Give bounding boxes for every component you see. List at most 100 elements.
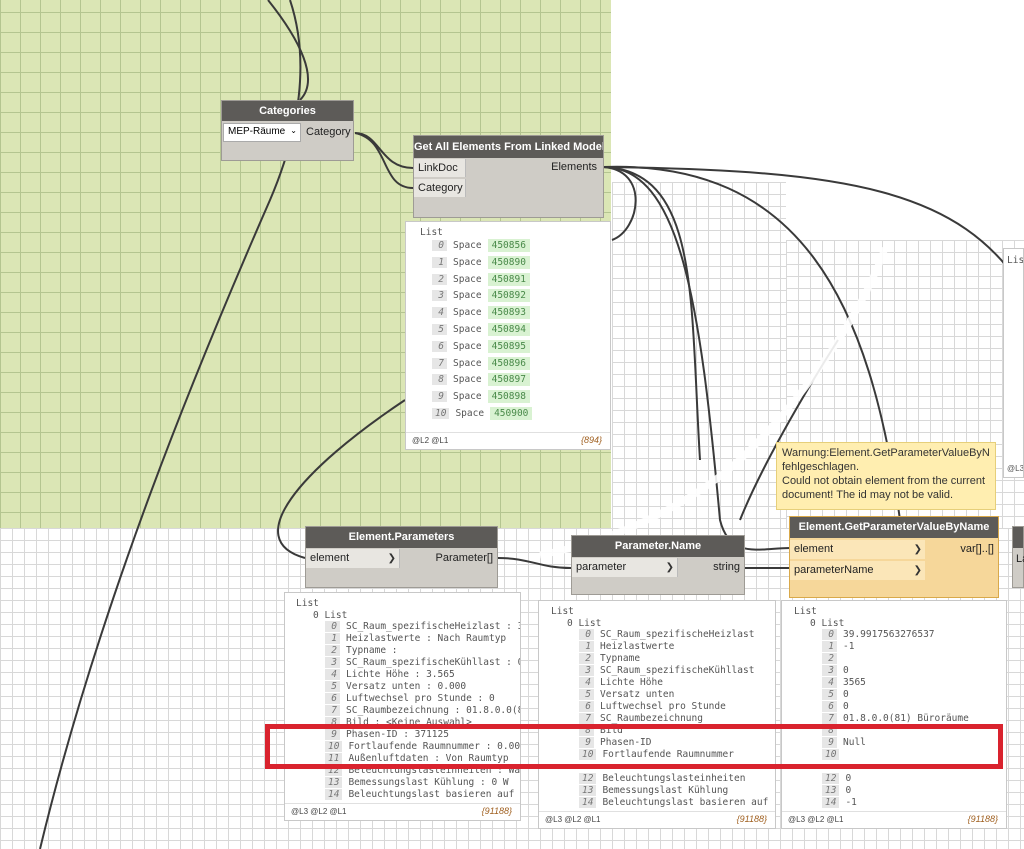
categories-node[interactable]: Categories MEP-Räume ⌄ Category <box>221 100 354 161</box>
list-item: 0 39.9917563276537 <box>822 629 935 640</box>
list-item: 12 Beleuchtungslasteinheiten <box>579 773 745 784</box>
preview-sublist-header: 0 List <box>567 618 602 629</box>
element-id-value[interactable]: 450898 <box>487 390 530 404</box>
parameter-name-node[interactable]: Parameter.Name parameter ❯ string <box>571 535 745 595</box>
list-index: 14 <box>579 797 597 808</box>
list-item: 5 Versatz unten : 0.000 <box>325 681 466 692</box>
list-item: 1 -1 <box>822 641 854 652</box>
list-index: 7 <box>822 713 837 724</box>
list-index: 2 <box>822 653 837 664</box>
preview-list-header: List <box>296 598 319 609</box>
chevron-right-icon: ❯ <box>913 565 922 576</box>
element-id-value[interactable]: 450893 <box>487 306 530 320</box>
element-input-port[interactable]: element ❯ <box>790 540 925 559</box>
category-input-port[interactable]: Category <box>414 179 466 197</box>
list-item-text: Space <box>453 324 482 335</box>
list-index: 13 <box>325 777 343 788</box>
partial-node-port[interactable]: La <box>1016 553 1024 565</box>
get-parameter-value-title: Element.GetParameterValueByName <box>790 517 998 538</box>
partial-preview-header: List <box>1007 255 1024 266</box>
preview-list-header: List <box>794 606 817 617</box>
list-index: 9 <box>432 391 447 403</box>
list-index: 2 <box>432 273 447 285</box>
list-item-text: 0 <box>843 701 849 712</box>
element-id-value[interactable]: 450895 <box>487 339 530 353</box>
categories-output-port[interactable]: Category <box>306 126 351 138</box>
partial-preview-levels: @L3 @L <box>1007 464 1024 473</box>
element-id-value[interactable]: 450897 <box>487 373 530 387</box>
category-dropdown[interactable]: MEP-Räume ⌄ <box>223 123 301 142</box>
list-index: 0 <box>432 240 447 251</box>
element-id-value[interactable]: 450896 <box>487 356 530 370</box>
list-levels: @L3 @L2 @L1 <box>545 815 601 824</box>
list-index: 0 <box>325 621 340 632</box>
list-item: 0 Space 450856 <box>432 239 530 252</box>
partial-node-right[interactable]: La <box>1012 526 1024 588</box>
list-item: 13 Bemessungslast Kühlung : 0 W <box>325 777 509 788</box>
list-item-text: Luftwechsel pro Stunde : 0 <box>346 693 495 704</box>
list-item-text: Beleuchtungslast basieren auf <box>602 797 769 808</box>
values-preview[interactable]: List 0 List 0 39.9917563276537 1 -1 2 3 0 4 3565… <box>781 600 1007 829</box>
list-item-text: Space <box>455 408 485 419</box>
elements-preview[interactable]: List 0 Space 450856 1 Space 450890 2 Space 45089… <box>405 221 611 450</box>
chevron-down-icon: ⌄ <box>290 126 297 135</box>
list-item: 14 Beleuchtungslast basieren auf <box>325 789 514 800</box>
parameters-preview[interactable]: List 0 List 0 SC_Raum_spezifischeHeizlast… <box>284 592 521 821</box>
list-item-text: SC_Raum_spezifischeKühllast : 0 <box>346 657 521 668</box>
var-output-port[interactable]: var[]..[] <box>960 543 994 555</box>
element-id-value[interactable]: 450856 <box>487 239 530 252</box>
list-item-text: 01.8.0.0(81) Büroräume <box>843 713 969 724</box>
elements-output-port[interactable]: Elements <box>551 161 597 173</box>
preview-footer: @L3 @L2 @L1 {91188} <box>782 811 1006 828</box>
parameter-input-port[interactable]: parameter ❯ <box>572 558 678 577</box>
list-item-text: Versatz unten <box>600 689 675 700</box>
category-dropdown-value: MEP-Räume <box>228 126 286 137</box>
list-item: 13 0 <box>822 785 851 796</box>
element-input-port[interactable]: element ❯ <box>306 549 400 568</box>
list-item-text: Space <box>453 391 482 403</box>
list-item: 2 Typname <box>579 653 640 664</box>
list-item: 6 Space 450895 <box>432 339 530 353</box>
preview-footer: @L3 @L2 @L1 {91188} <box>285 803 520 820</box>
list-item: 8 Space 450897 <box>432 373 530 387</box>
element-id-value[interactable]: 450894 <box>487 323 530 336</box>
list-item: 5 Space 450894 <box>432 323 530 336</box>
list-index: 6 <box>579 701 594 712</box>
list-item-text: 0 <box>843 689 849 700</box>
partial-preview-right[interactable]: List @L3 @L <box>1003 248 1024 478</box>
get-parameter-value-node[interactable]: Element.GetParameterValueByName element … <box>789 516 999 598</box>
list-item-text: Lichte Höhe <box>600 677 663 688</box>
string-output-port[interactable]: string <box>713 561 740 573</box>
list-item-text: Versatz unten : 0.000 <box>346 681 467 692</box>
preview-footer: @L2 @L1 {894} <box>406 432 610 449</box>
list-index: 13 <box>822 785 840 796</box>
list-item-text: SC_Raumbezeichnung : 01.8.0.0(8 <box>346 705 521 716</box>
get-all-elements-node[interactable]: Get All Elements From Linked Model LinkD… <box>413 135 604 218</box>
parametername-input-port[interactable]: parameterName ❯ <box>790 561 925 580</box>
list-index: 13 <box>579 785 597 796</box>
linkdoc-input-port[interactable]: LinkDoc <box>414 159 466 177</box>
element-id-value[interactable]: 450890 <box>487 255 530 269</box>
list-item-text: SC_Raum_spezifischeHeizlast <box>600 629 755 640</box>
list-item-text: Space <box>453 290 482 302</box>
parameter-name-title: Parameter.Name <box>572 536 744 557</box>
list-item-text: Space <box>453 307 482 319</box>
element-id-value[interactable]: 450891 <box>487 272 530 286</box>
list-item: 0 SC_Raum_spezifischeHeizlast : 3! <box>325 621 520 632</box>
element-parameters-node[interactable]: Element.Parameters element ❯ Parameter[] <box>305 526 498 588</box>
item-count: {91188} <box>967 814 998 824</box>
list-item-text: Space <box>453 273 482 285</box>
warning-line-4: document! The id may not be valid. <box>782 489 954 501</box>
list-item: 3 SC_Raum_spezifischeKühllast : 0 <box>325 657 521 668</box>
element-id-value[interactable]: 450892 <box>487 289 530 303</box>
list-item-text: 0 <box>843 665 849 676</box>
categories-node-title: Categories <box>222 101 353 121</box>
list-index: 12 <box>579 773 597 784</box>
parameter-output-port[interactable]: Parameter[] <box>436 552 493 564</box>
warning-message: Warnung:Element.GetParameterValueByNa fe… <box>776 442 996 510</box>
list-index: 7 <box>579 713 594 724</box>
names-preview[interactable]: List 0 List 0 SC_Raum_spezifischeHeizlast… <box>538 600 776 829</box>
element-id-value[interactable]: 450900 <box>490 407 533 420</box>
element-input-label: element <box>310 552 350 564</box>
list-index: 12 <box>822 773 840 784</box>
